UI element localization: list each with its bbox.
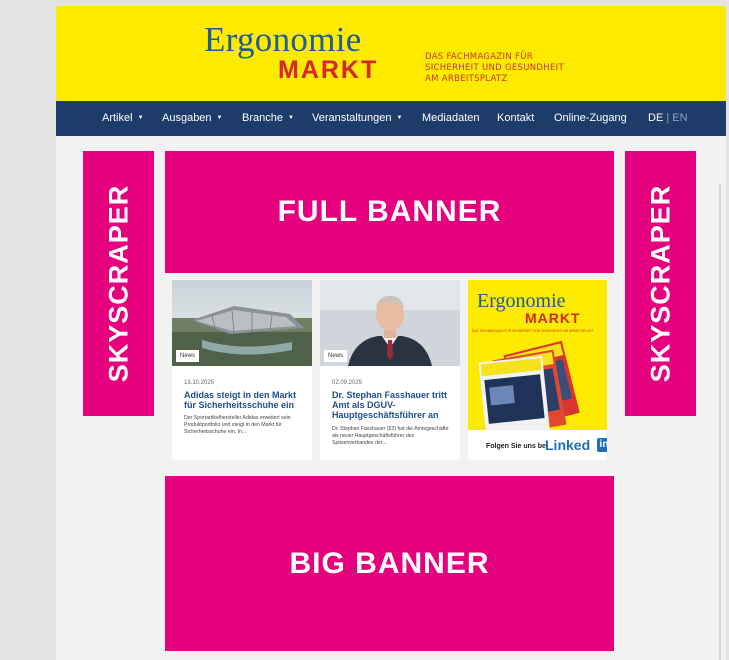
nav-item-branche[interactable]: Branche ▼ [242,112,294,124]
promo-cover-area: Ergonomie MARKT DAS FACHMAGAZIN FÜR SICH… [468,280,607,441]
news-date: 02.09.2025 [332,380,363,386]
news-date: 13.10.2025 [184,380,215,386]
news-title-link[interactable]: Dr. Stephan Fasshauer tritt Amt als DGUV… [332,390,456,420]
nav-item-mediadaten[interactable]: Mediadaten [422,112,480,124]
magazine-promo[interactable]: Ergonomie MARKT DAS FACHMAGAZIN FÜR SICH… [468,280,607,460]
news-excerpt: Der Sportartikelhersteller Adidas erweit… [184,415,291,435]
skyscraper-ad-right[interactable]: SKYSCRAPER [625,151,696,416]
news-badge: News [176,350,200,362]
tagline-line: DAS FACHMAGAZIN FÜR [425,52,533,62]
nav-item-label: Artikel [102,112,133,124]
nav-item-online-zugang[interactable]: Online-Zugang [554,112,627,124]
skyscraper-label: SKYSCRAPER [645,184,676,383]
lang-en-link[interactable]: EN [672,112,687,124]
nav-item-veranstaltungen[interactable]: Veranstaltungen ▼ [312,112,402,124]
caret-down-icon: ▼ [137,115,144,122]
news-card[interactable]: News 13.10.2025 Adidas steigt in den Mar… [172,280,312,460]
skyscraper-ad-left[interactable]: SKYSCRAPER [83,151,154,416]
caret-down-icon: ▼ [216,115,223,122]
language-switcher: DE | EN [648,112,688,124]
linkedin-icon[interactable]: in [597,438,607,452]
news-title-link[interactable]: Adidas steigt in den Markt für Sicherhei… [184,390,308,410]
page-container: Ergonomie MARKT DAS FACHMAGAZIN FÜR SICH… [56,6,726,660]
promo-logo-markt: MARKT [525,310,581,326]
site-header: Ergonomie MARKT DAS FACHMAGAZIN FÜR SICH… [56,6,726,101]
nav-item-label: Ausgaben [162,112,212,124]
news-excerpt: Dr. Stephan Fasshauer (52) hat die Amtsg… [332,426,449,446]
lang-de-link[interactable]: DE [648,112,663,124]
big-banner-label: BIG BANNER [289,546,490,580]
tagline-line: SICHERHEIT UND GESUNDHEIT [425,63,564,73]
logo-ergonomie[interactable]: Ergonomie [204,20,362,60]
linkedin-link[interactable]: Linked [545,437,590,453]
follow-us-text: Folgen Sie uns bei [486,443,548,450]
nav-item-label: Branche [242,112,283,124]
nav-item-ausgaben[interactable]: Ausgaben ▼ [162,112,223,124]
nav-item-artikel[interactable]: Artikel ▼ [102,112,144,124]
caret-down-icon: ▼ [396,115,403,122]
big-banner-ad[interactable]: BIG BANNER [165,476,614,651]
skyscraper-label: SKYSCRAPER [103,184,134,383]
logo-markt[interactable]: MARKT [278,56,378,85]
page-divider [719,185,721,660]
lang-separator: | [666,112,670,124]
main-nav: Artikel ▼ Ausgaben ▼ Branche ▼ Veranstaltun… [56,101,726,136]
news-card[interactable]: News 02.09.2025 Dr. Stephan Fasshauer tr… [320,280,460,460]
news-badge: News [324,350,348,362]
full-banner-ad[interactable]: FULL BANNER [165,151,614,273]
site-tagline: DAS FACHMAGAZIN FÜR SICHERHEIT UND GESUN… [425,52,625,85]
magazine-covers-image [468,336,607,441]
caret-down-icon: ▼ [287,115,294,122]
nav-item-kontakt[interactable]: Kontakt [497,112,534,124]
full-banner-label: FULL BANNER [277,195,502,228]
nav-item-label: Veranstaltungen [312,112,392,124]
promo-tagline: DAS FACHMAGAZIN FÜR SICHERHEIT UND GESUN… [472,329,594,333]
tagline-line: AM ARBEITSPLATZ [425,74,508,84]
